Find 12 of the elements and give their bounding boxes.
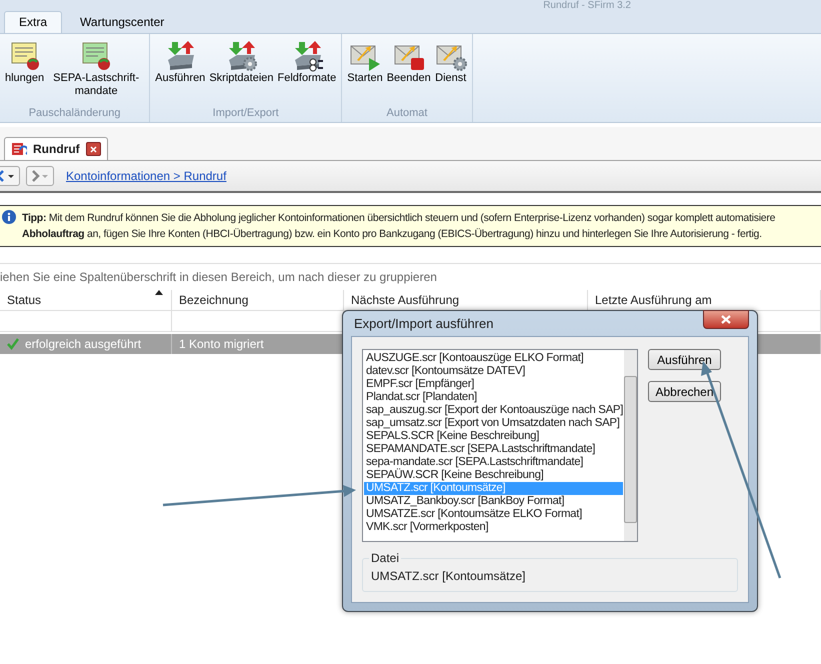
tip-text: Tipp: Mit dem Rundruf können Sie die Abholung jeglicher Kontoinformationen übersichtlich steuern und (sofern Enterprise-Lizenz vorhanden) sogar komplett automatisiere <box>22 211 776 226</box>
table-cell-text: 1 Konto migriert <box>179 336 264 353</box>
groupbox-label: Datei <box>369 551 402 565</box>
dialog-title: Export/Import ausführen <box>353 316 494 331</box>
group-label: Import/Export <box>212 107 280 121</box>
tab-label: Rundruf <box>33 142 80 156</box>
tip-text: Abholauftrag an, fügen Sie Ihre Konten (HBCI-Übertragung) bzw. ein Konto pro Bankzugang (EBICS-Übertragung) hinzu und hinterlegen Sie Ihre Autorisierung - fertig. <box>22 227 763 242</box>
group-label: Automat <box>386 107 428 121</box>
group-label: Pauschaländerung <box>28 107 122 121</box>
window-title: Rundruf - SFirm 3.2 <box>543 0 631 12</box>
file-value: UMSATZ.scr [Kontoumsätze] <box>371 569 526 583</box>
status-text: erfolgreich ausgeführt <box>25 336 142 353</box>
